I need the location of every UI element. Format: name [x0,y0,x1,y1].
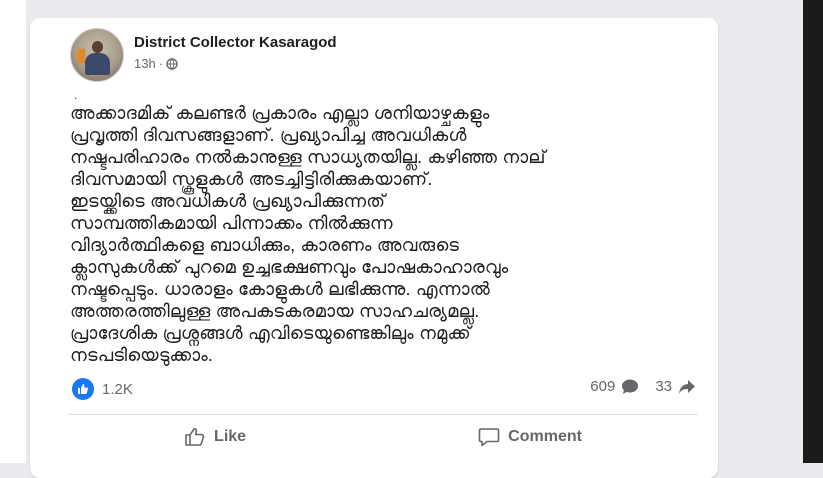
action-divider [68,414,698,415]
meta-separator: · [158,56,164,71]
comment-icon [478,428,500,447]
post-leading-mark: . [74,88,78,102]
right-frame-edge [803,0,823,463]
avatar-body [85,53,110,75]
post-meta: 13h · [134,56,178,71]
avatar-head [92,41,103,53]
comments-count-item[interactable]: 609 [590,378,639,395]
post-card: District Collector Kasaragod 13h · . അക്… [30,18,718,478]
globe-icon [166,57,178,70]
comments-count: 609 [590,378,616,395]
like-button-label: Like [214,428,247,445]
reactions-count: 1.2K [102,380,133,398]
shares-count-item[interactable]: 33 [655,378,696,395]
left-frame-edge [0,0,26,463]
post-actions: Like Comment [68,422,698,452]
post-body: അക്കാദമിക് കലണ്ടർ പ്രകാരം എല്ലാ ശനിയാഴ്ച… [70,103,546,365]
comment-button-label: Comment [508,428,582,445]
avatar-flag [77,49,85,63]
timestamp[interactable]: 13h [134,56,156,71]
engagement-counts: 609 33 [590,378,696,395]
avatar[interactable] [70,28,124,82]
comment-button[interactable]: Comment [466,425,594,449]
thumbs-up-icon [185,428,205,446]
reactions-summary[interactable]: 1.2K [72,378,133,400]
shares-count: 33 [655,378,672,395]
like-reaction-icon [72,378,94,400]
like-button[interactable]: Like [172,425,258,449]
author-name[interactable]: District Collector Kasaragod [134,34,337,51]
share-arrow-icon [679,379,695,394]
comment-bubble-icon [622,379,639,394]
